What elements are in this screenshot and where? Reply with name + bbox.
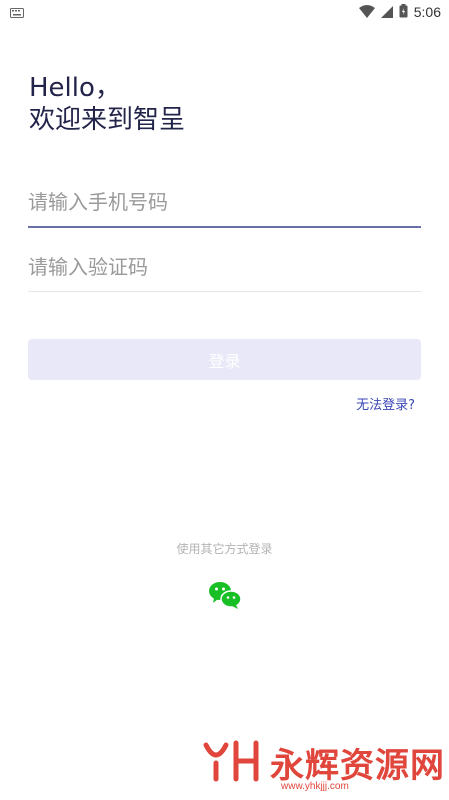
greeting-line-1: Hello， — [29, 73, 121, 103]
watermark-text: 永辉资源网 — [270, 746, 445, 786]
wifi-icon — [358, 3, 375, 22]
login-button[interactable]: 登录 — [28, 339, 421, 380]
greeting-title: Hello， 欢迎来到智呈 — [29, 72, 185, 136]
other-login-label: 使用其它方式登录 — [176, 542, 273, 556]
cellular-signal-icon — [380, 3, 393, 22]
phone-field[interactable] — [28, 178, 421, 228]
status-time: 5:06 — [413, 4, 441, 20]
code-field[interactable] — [28, 242, 421, 292]
phone-input[interactable] — [28, 190, 421, 214]
greeting-line-2: 欢迎来到智呈 — [29, 105, 186, 135]
verification-code-input[interactable] — [28, 254, 421, 279]
watermark-logo-icon — [202, 739, 262, 787]
watermark: 永辉资源网 — [202, 738, 445, 787]
status-bar: 5:06 — [0, 0, 449, 24]
battery-icon — [399, 3, 408, 22]
wechat-icon[interactable] — [208, 580, 242, 610]
watermark-url: www.yhkjjj.com — [281, 781, 349, 792]
keyboard-icon — [10, 3, 24, 22]
cannot-login-link[interactable]: 无法登录? — [356, 394, 415, 413]
